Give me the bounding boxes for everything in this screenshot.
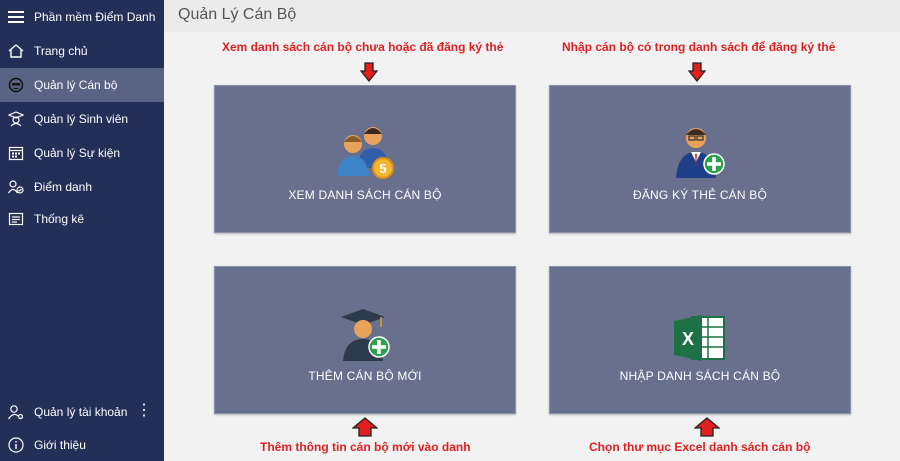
annotation-import-excel: Chọn thư mục Excel danh sách cán bộ <box>589 440 811 454</box>
tile-register-staff-card[interactable]: ĐĂNG KÝ THẺ CÁN BỘ <box>549 85 851 233</box>
register-card-icon <box>670 122 730 182</box>
down-arrow-icon <box>360 62 378 82</box>
up-arrow-icon <box>352 417 378 437</box>
sidebar-item-label: Giới thiệu <box>34 438 86 452</box>
up-arrow-icon <box>694 417 720 437</box>
sidebar-item-label: Điểm danh <box>34 180 93 194</box>
sidebar-item-statistics[interactable]: Thống kê <box>0 202 164 236</box>
add-staff-icon <box>335 303 395 363</box>
sidebar-item-label: Quản lý tài khoản <box>34 405 128 419</box>
tile-add-new-staff[interactable]: THÊM CÁN BỘ MỚI <box>214 266 516 414</box>
app-title: Phần mềm Điểm Danh <box>34 10 156 24</box>
tile-view-staff-list[interactable]: 5 XEM DANH SÁCH CÁN BỘ <box>214 85 516 233</box>
svg-text:X: X <box>682 329 694 349</box>
home-icon <box>8 43 24 59</box>
annotation-register-card: Nhập cán bộ có trong danh sách để đăng k… <box>562 40 836 54</box>
sidebar-item-account[interactable]: Quản lý tài khoản ⋮ <box>0 395 164 429</box>
user-settings-icon <box>8 404 24 420</box>
sidebar-item-label: Quản lý Sự kiện <box>34 146 121 160</box>
sidebar-item-students[interactable]: Quản lý Sinh viên <box>0 102 164 136</box>
down-arrow-icon <box>688 62 706 82</box>
annotation-view-list: Xem danh sách cán bộ chưa hoặc đã đăng k… <box>222 40 504 54</box>
report-icon <box>8 211 24 227</box>
excel-icon: X <box>672 303 728 363</box>
student-icon <box>8 111 24 127</box>
sidebar-item-label: Thống kê <box>34 212 85 226</box>
sidebar-item-label: Quản lý Sinh viên <box>34 112 129 126</box>
staff-face-icon <box>8 77 24 93</box>
sidebar-item-home[interactable]: Trang chủ <box>0 34 164 68</box>
sidebar-item-label: Trang chủ <box>34 44 88 58</box>
tile-label: ĐĂNG KÝ THẺ CÁN BỘ <box>632 188 768 202</box>
sidebar-item-staff[interactable]: Quản lý Cán bộ <box>0 68 164 102</box>
calendar-icon <box>8 145 24 161</box>
attendance-icon <box>8 179 24 195</box>
tile-label: XEM DANH SÁCH CÁN BỘ <box>288 188 442 202</box>
staff-group-icon: 5 <box>333 122 397 182</box>
main-content: Quản Lý Cán Bộ Xem danh sách cán bộ chưa… <box>164 0 900 461</box>
more-options-icon[interactable]: ⋮ <box>136 403 152 419</box>
hamburger-menu-icon[interactable] <box>8 9 24 25</box>
svg-text:5: 5 <box>379 161 386 176</box>
app-header[interactable]: Phần mềm Điểm Danh <box>0 0 164 34</box>
sidebar-item-label: Quản lý Cán bộ <box>34 78 118 92</box>
sidebar-item-about[interactable]: Giới thiệu <box>0 428 164 461</box>
info-icon <box>8 437 24 453</box>
tile-import-staff-list[interactable]: X NHẬP DANH SÁCH CÁN BỘ <box>549 266 851 414</box>
sidebar-item-events[interactable]: Quản lý Sự kiện <box>0 136 164 170</box>
tile-label: NHẬP DANH SÁCH CÁN BỘ <box>619 369 781 383</box>
sidebar: Phần mềm Điểm Danh Trang chủ Quản lý Cán… <box>0 0 164 461</box>
tile-label: THÊM CÁN BỘ MỚI <box>308 369 422 383</box>
annotation-add-staff: Thêm thông tin cán bộ mới vào danh <box>260 440 471 454</box>
sidebar-item-attendance[interactable]: Điểm danh <box>0 170 164 204</box>
page-title: Quản Lý Cán Bộ <box>178 6 297 23</box>
